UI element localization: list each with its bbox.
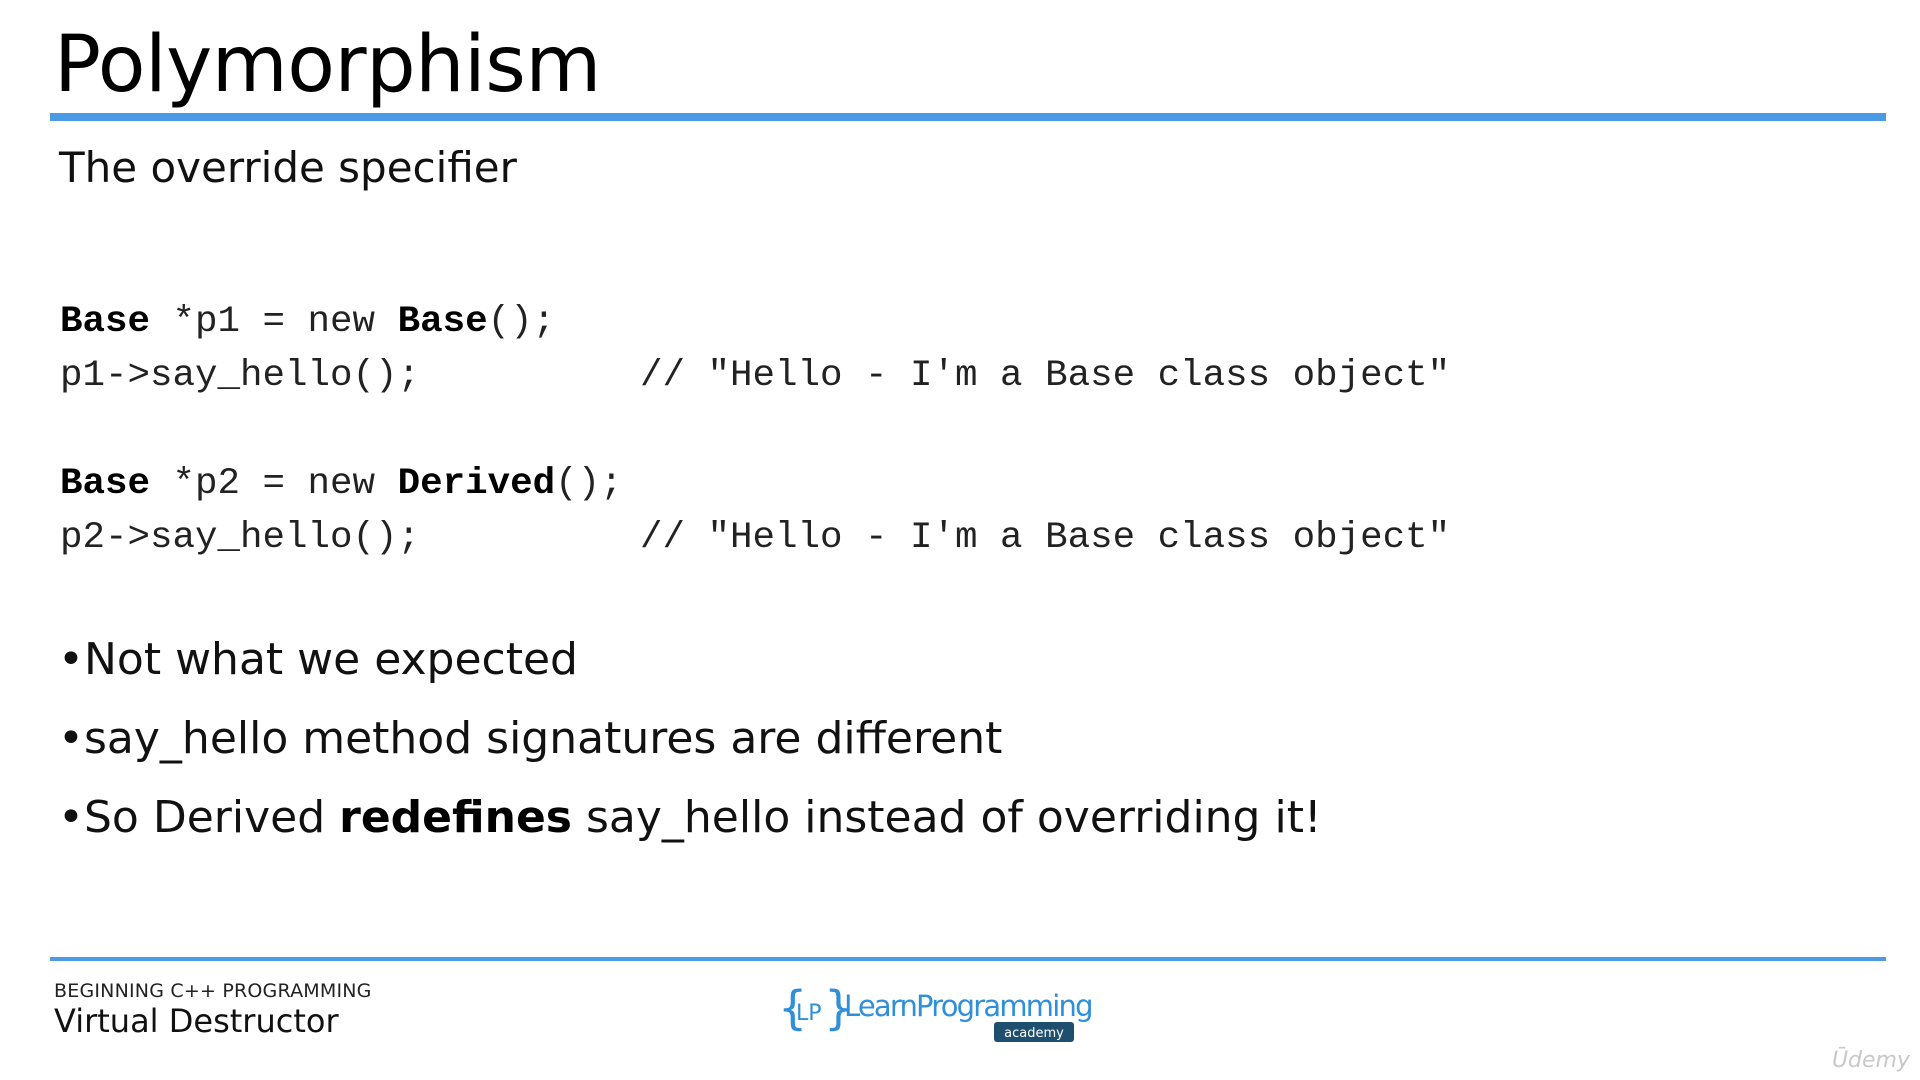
code-keyword: Base [397,301,488,343]
code-line-2: p1->say_hello(); // "Hello - I'm a Base c… [60,349,1450,403]
bullet-text: So Derived [84,792,340,843]
footer-divider [50,957,1886,961]
bullet-text: say_hello instead of overriding it! [572,792,1322,843]
bullet-text: say_hello method signatures are differen… [84,713,1003,764]
logo-brace-text: LP [796,1001,822,1026]
slide-subtitle: The override specifier [59,143,517,192]
code-block: Base *p1 = new Base(); p1->say_hello(); /… [60,295,1450,565]
logo-badge-text: academy [1004,1026,1064,1041]
lecture-title: Virtual Destructor [54,1002,339,1040]
bullet-dot-icon: • [58,634,84,685]
slide-title: Polymorphism [54,20,601,110]
code-text: p2->say_hello(); [60,517,421,559]
code-keyword: Base [60,301,151,343]
bullet-emphasis: redefines [339,792,572,843]
bullet-dot-icon: • [58,792,84,843]
learnprogramming-logo: { LP } LearnProgramming academy [778,981,1094,1042]
code-line-4: p2->say_hello(); // "Hello - I'm a Base c… [60,511,1450,565]
code-text: p1->say_hello(); [60,355,421,397]
logo-wordmark: LearnProgramming [844,989,1092,1023]
bullet-list: •Not what we expected •say_hello method … [58,628,1322,865]
bullet-item: •So Derived redefines say_hello instead … [58,786,1322,865]
bullet-dot-icon: • [58,713,84,764]
code-keyword: Derived [397,463,556,505]
code-text: *p2 = new [150,463,398,505]
code-text: (); [487,301,556,343]
code-comment: // "Hello - I'm a Base class object" [640,355,1451,397]
bullet-text: Not what we expected [84,634,578,685]
udemy-watermark: Ūdemy [1831,1048,1910,1073]
code-text: (); [555,463,623,505]
code-comment: // "Hello - I'm a Base class object" [640,517,1451,559]
bullet-item: •say_hello method signatures are differe… [58,707,1322,786]
title-divider [50,113,1886,121]
course-name: BEGINNING C++ PROGRAMMING [54,980,372,1002]
bullet-item: •Not what we expected [58,628,1322,707]
code-spacer [60,403,623,457]
code-line-1: Base *p1 = new Base(); [60,295,623,349]
code-keyword: Base [60,463,151,505]
code-text: *p1 = new [150,301,398,343]
code-line-3: Base *p2 = new Derived(); [60,457,623,511]
